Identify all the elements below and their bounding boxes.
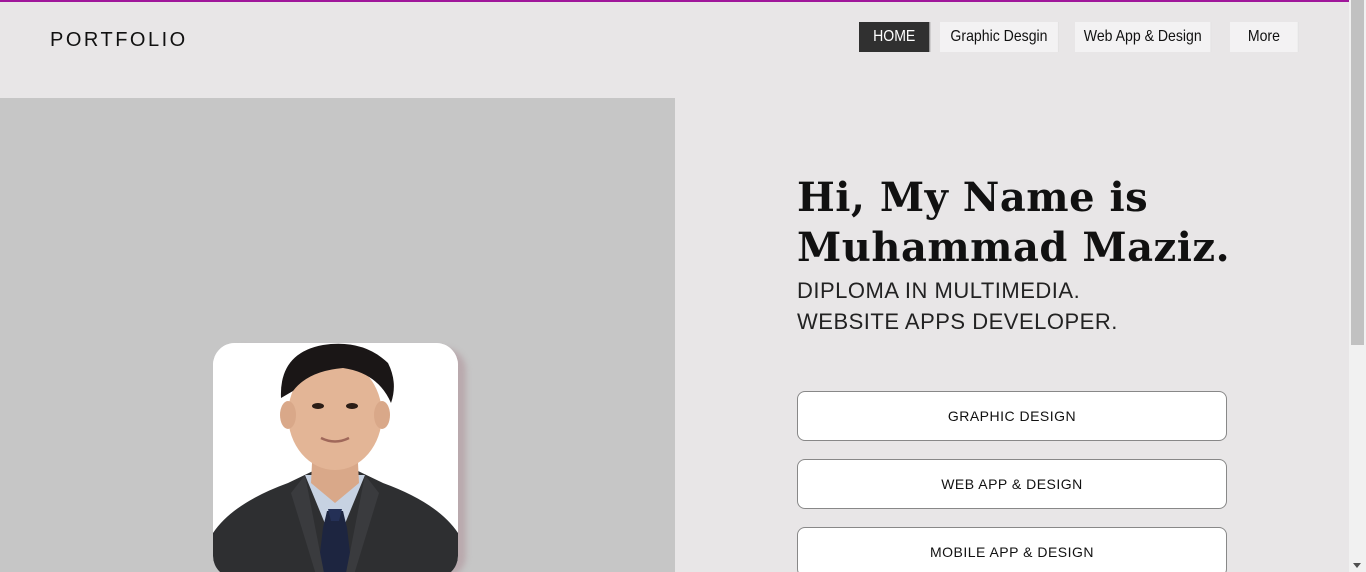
site-header: PORTFOLIO HOME Graphic Desgin Web App & … <box>0 2 1349 98</box>
hero-intro: Hi, My Name is Muhammad Maziz. DIPLOMA I… <box>797 173 1297 337</box>
nav-home[interactable]: HOME <box>859 22 931 52</box>
site-logo[interactable]: PORTFOLIO <box>50 29 188 52</box>
mobile-app-design-button[interactable]: MOBILE APP & DESIGN <box>797 527 1227 572</box>
nav-more[interactable]: More <box>1230 22 1299 52</box>
nav-graphic-design[interactable]: Graphic Desgin <box>940 22 1059 52</box>
hero-subtitle: DIPLOMA IN MULTIMEDIA. WEBSITE APPS DEVE… <box>797 275 1297 337</box>
main-nav: HOME Graphic Desgin Web App & Design Mor… <box>859 22 1308 52</box>
nav-web-app-design[interactable]: Web App & Design <box>1075 22 1212 52</box>
hero-title-line2: Muhammad Maziz. <box>797 224 1231 271</box>
page-scrollbar[interactable] <box>1349 0 1366 572</box>
hero-subtitle-line1: DIPLOMA IN MULTIMEDIA. <box>797 278 1081 303</box>
profile-photo <box>213 343 458 572</box>
nav-web-app-design-label: Web App & Design <box>1083 28 1202 45</box>
scrollbar-thumb[interactable] <box>1351 0 1364 345</box>
hero-title-line1: Hi, My Name is <box>797 174 1149 221</box>
person-portrait-icon <box>213 343 458 572</box>
hero-title: Hi, My Name is Muhammad Maziz. <box>797 173 1297 273</box>
hero-subtitle-line2: WEBSITE APPS DEVELOPER. <box>797 309 1118 334</box>
nav-home-label: HOME <box>873 28 916 45</box>
web-app-design-button[interactable]: WEB APP & DESIGN <box>797 459 1227 509</box>
nav-more-label: More <box>1247 28 1280 45</box>
nav-graphic-design-label: Graphic Desgin <box>950 28 1048 45</box>
scroll-down-arrow-icon[interactable] <box>1353 563 1361 568</box>
graphic-design-button[interactable]: GRAPHIC DESIGN <box>797 391 1227 441</box>
